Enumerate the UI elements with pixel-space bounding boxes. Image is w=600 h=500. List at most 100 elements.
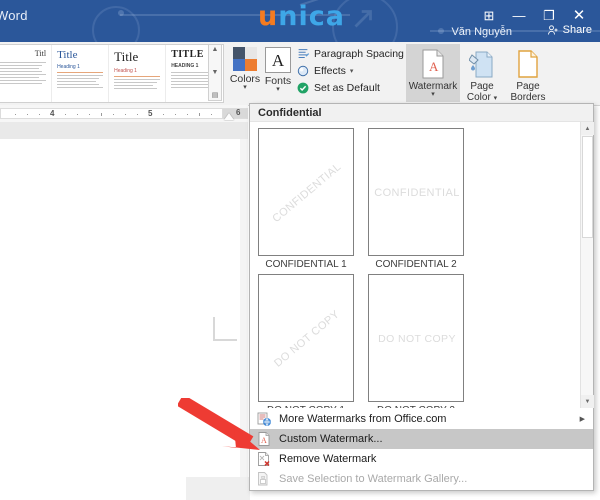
gallery-scrollbar[interactable]: ▲ ▼ <box>580 122 594 408</box>
titlebar-decoration-dot <box>438 28 444 34</box>
share-button[interactable]: Share <box>547 24 592 36</box>
style-set-preview-lines <box>114 79 161 89</box>
menu-item-label: Save Selection to Watermark Gallery... <box>279 473 468 485</box>
titlebar-decoration-circle-small <box>92 6 140 42</box>
minimize-button[interactable]: — <box>504 2 534 28</box>
style-set-title: Title <box>57 49 78 61</box>
style-set-title: Titl <box>34 49 47 58</box>
watermark-item-do-not-copy-2[interactable]: DO NOT COPY DO NOT COPY 2 <box>368 274 478 408</box>
style-set-heading: Heading 1 <box>57 64 80 70</box>
titlebar-decoration-dot <box>118 10 124 16</box>
page-color-button[interactable]: Page Color ▾ <box>460 44 504 103</box>
brand-letters-nica: nica <box>278 1 345 32</box>
brand-letter-u: u <box>258 1 279 32</box>
watermark-menu: More Watermarks from Office.com ▶ A Cust… <box>250 409 593 489</box>
gallery-scroll-up-icon[interactable]: ▲ <box>212 46 219 53</box>
menu-item-remove-watermark[interactable]: Remove Watermark <box>250 449 593 469</box>
watermark-icon: A <box>420 49 446 79</box>
color-swatch-icon <box>233 47 257 71</box>
watermark-preview-text: DO NOT COPY <box>272 308 342 370</box>
page-borders-icon <box>515 49 541 79</box>
style-set-thumbnail[interactable]: Title Heading 1 <box>52 45 110 102</box>
watermark-item-confidential-2[interactable]: CONFIDENTIAL CONFIDENTIAL 2 <box>368 128 478 270</box>
style-set-heading: Heading 1 <box>114 68 137 74</box>
page-borders-button[interactable]: Page Borders <box>504 44 552 103</box>
effects-label: Effects <box>314 64 346 77</box>
remove-watermark-icon <box>256 451 272 467</box>
menu-item-more-watermarks[interactable]: More Watermarks from Office.com ▶ <box>250 409 593 429</box>
style-set-thumbnail[interactable]: Titl <box>0 45 53 102</box>
ruler-tick-label: 5 <box>148 109 153 118</box>
menu-item-label: More Watermarks from Office.com <box>279 413 447 425</box>
watermark-chevron-down-icon[interactable]: ▾ <box>431 91 435 98</box>
menu-item-custom-watermark[interactable]: A Custom Watermark... <box>250 429 593 449</box>
submenu-arrow-icon[interactable]: ▶ <box>580 415 585 423</box>
chevron-down-icon[interactable]: ▾ <box>350 67 354 75</box>
watermark-thumbnail[interactable]: CONFIDENTIAL <box>368 128 464 256</box>
watermark-caption: CONFIDENTIAL 2 <box>375 259 457 270</box>
scroll-up-icon[interactable]: ▲ <box>581 122 594 135</box>
watermark-caption: DO NOT COPY 1 <box>258 405 354 408</box>
watermark-caption: DO NOT COPY 2 <box>368 405 464 408</box>
theme-colors-button[interactable]: Colors ▾ <box>228 44 262 102</box>
set-as-default-button[interactable]: Set as Default <box>296 79 404 96</box>
gallery-section-header: Confidential <box>250 104 593 122</box>
style-gallery-scrollbar[interactable]: ▲ ▼ ▤ <box>208 44 222 101</box>
ribbon-display-options-icon[interactable]: ⊞ <box>474 2 504 28</box>
document-top-margin-band <box>0 122 248 139</box>
set-as-default-check-icon <box>296 81 310 95</box>
watermark-gallery-grid: CONFIDENTIAL CONFIDENTIAL 1 CONFIDENTIAL… <box>250 122 580 408</box>
scroll-down-icon[interactable]: ▼ <box>581 395 594 408</box>
unica-watermark-logo: unica <box>258 1 345 32</box>
gallery-more-icon[interactable]: ▤ <box>212 92 219 99</box>
style-set-rule <box>114 76 161 77</box>
chevron-down-icon[interactable]: ▾ <box>276 86 280 93</box>
style-set-title: Title <box>114 49 139 64</box>
ribbon-design-tab: Titl Title Heading 1 Title Heading 1 TIT… <box>0 42 600 106</box>
app-title: Word <box>0 8 28 23</box>
menu-item-label: Custom Watermark... <box>279 433 383 445</box>
paragraph-spacing-button[interactable]: Paragraph Spacing ▾ <box>296 45 411 62</box>
watermark-gallery-dropdown: Confidential CONFIDENTIAL CONFIDENTIAL 1… <box>249 103 594 491</box>
save-selection-icon <box>256 471 272 487</box>
svg-text:A: A <box>261 436 267 445</box>
account-name[interactable]: Văn Nguyễn <box>451 26 512 38</box>
style-set-thumbnail[interactable]: Title Heading 1 <box>109 45 167 102</box>
background-strip <box>186 477 250 500</box>
effects-button[interactable]: Effects ▾ <box>296 62 404 79</box>
ruler-tick-label: 4 <box>50 109 55 118</box>
watermark-preview-text: CONFIDENTIAL <box>270 160 344 226</box>
theme-options-stack: Paragraph Spacing ▾ Effects ▾ <box>296 45 411 96</box>
titlebar-decoration-arrow-icon <box>354 10 372 28</box>
chevron-down-icon[interactable]: ▾ <box>243 84 247 91</box>
style-set-rule <box>57 72 104 73</box>
title-bar: Word unica ⊞ — ❐ ✕ Văn Nguyễn Share <box>0 0 600 42</box>
gallery-scroll-down-icon[interactable]: ▼ <box>212 69 219 76</box>
watermark-thumbnail[interactable]: CONFIDENTIAL <box>258 128 354 256</box>
style-set-preview-lines <box>57 75 104 88</box>
set-as-default-label: Set as Default <box>314 81 380 94</box>
svg-text:A: A <box>429 59 439 74</box>
share-label: Share <box>562 24 592 36</box>
page-color-label-line2: Color ▾ <box>466 92 498 103</box>
indent-marker[interactable] <box>224 113 234 120</box>
horizontal-ruler[interactable]: 4 5 6 <box>0 105 248 123</box>
chevron-down-icon[interactable]: ▾ <box>494 95 498 102</box>
watermark-button[interactable]: A Watermark ▾ <box>406 44 460 102</box>
font-a-icon: A <box>265 47 291 73</box>
watermark-thumbnail[interactable]: DO NOT COPY <box>368 274 464 402</box>
watermark-thumbnail[interactable]: DO NOT COPY <box>258 274 354 402</box>
watermark-item-do-not-copy-1[interactable]: DO NOT COPY DO NOT COPY 1 <box>258 274 368 408</box>
menu-item-label: Remove Watermark <box>279 453 377 465</box>
scrollbar-thumb[interactable] <box>582 136 593 238</box>
theme-fonts-button[interactable]: A Fonts ▾ <box>262 44 294 102</box>
document-page[interactable] <box>0 139 241 500</box>
page-color-icon <box>468 49 495 79</box>
style-set-gallery[interactable]: Titl Title Heading 1 Title Heading 1 TIT… <box>0 44 224 103</box>
ruler-track[interactable]: 4 5 <box>0 108 240 119</box>
watermark-preview-text: CONFIDENTIAL <box>374 187 460 199</box>
watermark-item-confidential-1[interactable]: CONFIDENTIAL CONFIDENTIAL 1 <box>258 128 368 270</box>
person-add-icon <box>547 25 558 35</box>
document-vertical-scrollbar[interactable] <box>240 139 248 500</box>
paragraph-spacing-icon <box>296 47 310 61</box>
